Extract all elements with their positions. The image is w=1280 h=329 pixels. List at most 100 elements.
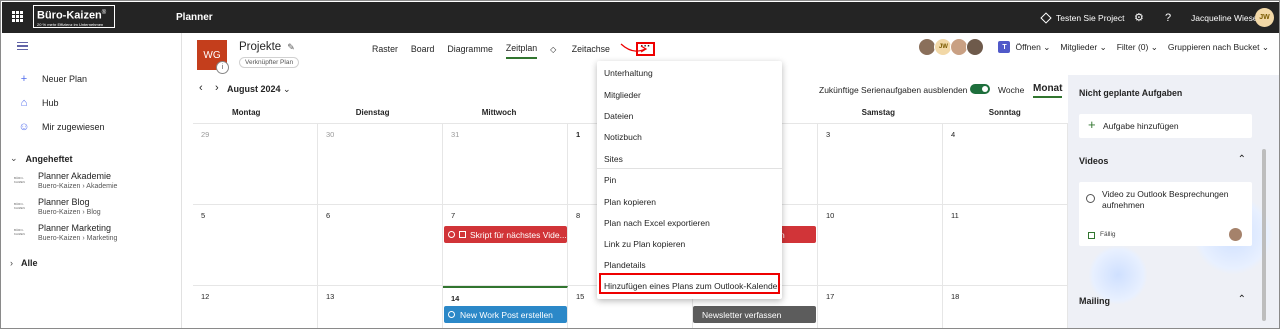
calendar-icon [1088,232,1095,239]
chevron-right-icon: › [82,209,85,216]
sidebar-item-hub[interactable]: ⌂ Hub [18,97,59,109]
hide-recurring-toggle[interactable] [970,84,990,94]
weekday-label: Dienstag [355,108,390,117]
pinned-plan-name: Blog [86,209,101,216]
pinned-plan-blog[interactable]: BÜRO-KAIZEN Planner Blog Buero-Kaizen › … [14,197,101,217]
chevron-down-icon: ⌄ [1099,41,1107,52]
event-title: Skript für nächstes Vide... [470,229,567,240]
sidebar-item-new-plan[interactable]: + Neuer Plan [18,73,87,85]
menu-item-copy-plan[interactable]: Plan kopieren [604,197,656,207]
day-number: 14 [451,294,460,303]
task-card[interactable]: Video zu Outlook Besprechungen aufnehmen… [1079,182,1252,246]
weekday-label: Samstag [861,108,895,117]
plan-thumbnail: BÜRO-KAIZEN [14,176,25,184]
pinned-plan-title: Planner Marketing [38,223,112,233]
more-options-menu: Unterhaltung Mitglieder Dateien Notizbuc… [597,61,782,299]
assignee-avatar[interactable] [1229,228,1242,241]
sidebar-item-label: Hub [42,98,59,108]
calendar-day-cell[interactable]: 5 [193,205,318,286]
view-month-button[interactable]: Monat [1033,83,1063,98]
pinned-plan-title: Planner Blog [38,197,90,207]
menu-item-files[interactable]: Dateien [604,111,633,121]
task-title: Video zu Outlook Besprechungen aufnehmen [1102,189,1229,210]
tab-schedule[interactable]: Zeitplan [505,43,538,59]
pinned-section-toggle[interactable]: ⌄ Angeheftet [10,153,73,164]
bucket-header-mailing[interactable]: Mailing ⌃ [1079,294,1252,306]
all-section-toggle[interactable]: › Alle [10,258,38,268]
menu-item-pin[interactable]: Pin [604,175,616,185]
menu-item-export-excel[interactable]: Plan nach Excel exportieren [604,218,710,228]
brand-logo: Büro-Kaizen® 20 % mehr Effizienz im Unte… [33,5,115,28]
filter-button[interactable]: Filter (0) ⌄ [1117,42,1158,53]
member-avatar[interactable] [966,38,985,56]
menu-item-plan-details[interactable]: Plandetails [604,260,646,270]
panel-title: Nicht geplante Aufgaben [1079,88,1183,98]
group-by-label: Gruppieren nach Bucket [1167,41,1260,52]
month-picker[interactable]: August 2024 ⌄ [227,84,291,95]
panel-scrollbar[interactable] [1262,149,1266,321]
next-month-icon[interactable]: › [215,82,219,94]
user-avatar[interactable]: JW [1255,2,1274,33]
calendar-day-cell[interactable]: 18 [943,286,1068,328]
add-task-label: Aufgabe hinzufügen [1103,121,1179,131]
calendar-day-cell[interactable]: 13 [318,286,443,328]
chevron-down-icon: ⌄ [1043,41,1051,52]
pinned-plan-akademie[interactable]: BÜRO-KAIZEN Planner Akademie Buero-Kaize… [14,171,117,191]
calendar-event[interactable]: Skript für nächstes Vide... [444,226,567,243]
calendar-icon [459,231,466,238]
bucket-header-videos[interactable]: Videos ⌃ [1079,154,1252,166]
add-task-button[interactable]: + Aufgabe hinzufügen [1079,114,1252,138]
app-launcher-icon[interactable] [12,11,23,22]
calendar-day-cell[interactable]: 30 [318,124,443,205]
calendar-event[interactable]: New Work Post erstellen [444,306,567,323]
chevron-right-icon: › [82,183,85,190]
tab-timeline[interactable]: ◇ Zeitachse [550,44,623,58]
calendar-event[interactable]: Newsletter verfassen [693,306,816,323]
tab-board[interactable]: Board [411,44,434,58]
calendar-day-cell[interactable]: 4 [943,124,1068,205]
diamond-icon [1040,11,1052,24]
day-number: 6 [326,211,331,220]
day-number: 10 [826,211,835,220]
weekday-label: Mittwoch [481,108,517,117]
plus-icon: + [1088,117,1096,132]
try-project-link[interactable]: Testen Sie Project [1040,2,1125,33]
day-number: 17 [826,292,835,301]
hamburger-icon[interactable] [17,42,28,50]
calendar-day-cell[interactable]: 12 [193,286,318,328]
menu-item-notebook[interactable]: Notizbuch [604,132,642,142]
calendar-day-cell[interactable]: 17 [818,286,943,328]
day-number: 1 [576,130,581,139]
calendar-day-cell[interactable]: 3 [818,124,943,205]
menu-item-sites[interactable]: Sites [604,154,623,164]
menu-item-conversation[interactable]: Unterhaltung [604,68,653,78]
calendar-day-cell[interactable]: 29 [193,124,318,205]
view-week-button[interactable]: Woche [998,85,1024,95]
members-button[interactable]: Mitglieder ⌄ [1060,42,1106,53]
day-number: 13 [326,292,335,301]
tab-charts[interactable]: Diagramme [447,44,492,58]
task-checkbox[interactable] [1086,194,1095,203]
chevron-up-icon: ⌃ [1237,294,1246,305]
help-icon[interactable]: ? [1165,2,1171,33]
unscheduled-tasks-panel: Nicht geplante Aufgaben + Aufgabe hinzuf… [1068,75,1279,328]
sidebar-item-assigned[interactable]: ☺ Mir zugewiesen [18,121,104,133]
menu-item-copy-link[interactable]: Link zu Plan kopieren [604,239,685,249]
menu-item-members[interactable]: Mitglieder [604,90,641,100]
calendar-day-cell[interactable]: 11 [943,205,1068,286]
pin-icon[interactable]: ✎ [287,42,295,52]
pinned-plan-marketing[interactable]: BÜRO-KAIZEN Planner Marketing Buero-Kaiz… [14,223,117,243]
user-name[interactable]: Jacqueline Wiese [1191,2,1258,33]
app-name[interactable]: Planner [176,12,213,23]
gear-icon[interactable]: ⚙ [1134,2,1144,33]
event-title: Newsletter verfassen [702,309,782,320]
calendar-day-cell[interactable]: 7 [443,205,568,286]
prev-month-icon[interactable]: ‹ [199,82,203,94]
calendar-day-cell[interactable]: 6 [318,205,443,286]
calendar-day-cell[interactable]: 10 [818,205,943,286]
info-icon[interactable]: i [216,61,229,74]
open-button[interactable]: Öffnen ⌄ [1015,42,1050,53]
tab-grid[interactable]: Raster [372,44,398,58]
calendar-day-cell[interactable]: 31 [443,124,568,205]
group-by-button[interactable]: Gruppieren nach Bucket ⌄ [1168,42,1269,53]
